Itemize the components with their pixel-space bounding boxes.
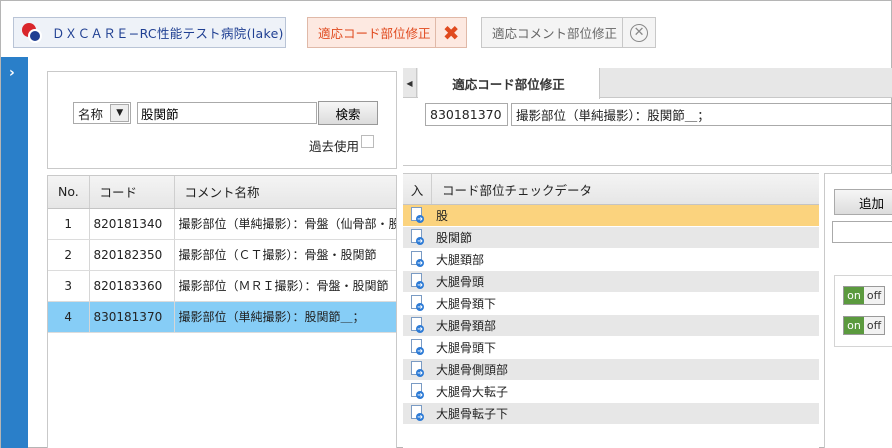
past-use-checkbox[interactable] bbox=[361, 135, 374, 148]
results-header-row: No. コード コメント名称 bbox=[48, 176, 396, 209]
input-document-icon[interactable]: ➜ bbox=[403, 337, 432, 358]
list-item[interactable]: ➜ 股関節 bbox=[403, 227, 819, 249]
detail-tab-bar: ◀ 適応コード部位修正 bbox=[403, 68, 892, 99]
table-row[interactable]: 2 820182350 撮影部位（ＣＴ撮影）：骨盤・股関節 bbox=[48, 239, 396, 271]
add-button[interactable]: 追加 bbox=[834, 189, 892, 215]
search-button[interactable]: 検索 bbox=[318, 101, 378, 125]
tab-comment-site-edit-label: 適応コメント部位修正 bbox=[492, 26, 618, 41]
detail-code-field[interactable]: 830181370 bbox=[425, 103, 508, 126]
close-tab-code-icon[interactable]: ✖ bbox=[435, 18, 466, 47]
list-item[interactable]: ➜ 大腿骨大転子 bbox=[403, 381, 819, 403]
col-comment-name: コメント名称 bbox=[174, 176, 396, 209]
cell-no: 4 bbox=[48, 301, 90, 333]
dxcare-logo-icon bbox=[22, 22, 42, 43]
input-document-icon[interactable]: ➜ bbox=[403, 293, 432, 314]
side-panel: 追加 on off on off bbox=[824, 173, 892, 448]
chevron-right-icon[interactable]: › bbox=[9, 65, 15, 81]
input-document-icon[interactable]: ➜ bbox=[403, 315, 432, 336]
list-item[interactable]: ➜ 大腿骨側頭部 bbox=[403, 359, 819, 381]
search-panel: 名称 ▼ 検索 過去使用 bbox=[47, 71, 397, 169]
results-table: No. コード コメント名称 1 820181340 撮影部位（単純撮影）：骨盤（仙… bbox=[47, 175, 397, 448]
list-item-label: 大腿骨頭 bbox=[436, 275, 485, 289]
tab-hospital-label: ＤＸＣＡＲＥ−RC性能テスト病院(lake) bbox=[52, 26, 284, 41]
input-document-icon[interactable]: ➜ bbox=[403, 403, 432, 424]
past-use-label: 過去使用 bbox=[309, 139, 360, 154]
cell-name: 撮影部位（単純撮影）：股関節＿； bbox=[174, 301, 396, 333]
list-item[interactable]: ➜ 大腿骨頭 bbox=[403, 271, 819, 293]
check-data-header: 入 コード部位チェックデータ bbox=[403, 173, 819, 205]
close-circle-icon[interactable]: ✕ bbox=[630, 23, 649, 42]
toggle-on-label: on bbox=[844, 317, 864, 334]
list-item-label: 大腿骨頭下 bbox=[436, 341, 497, 355]
input-document-icon[interactable]: ➜ bbox=[403, 359, 432, 380]
list-item-label: 大腿骨転子下 bbox=[436, 407, 509, 421]
cell-no: 2 bbox=[48, 239, 90, 271]
scroll-left-icon[interactable]: ◀ bbox=[403, 68, 417, 98]
list-item-label: 大腿骨頚部 bbox=[436, 319, 497, 333]
cell-name: 撮影部位（ＭＲＩ撮影）：骨盤・股関節 bbox=[174, 270, 396, 302]
tab-code-site-edit[interactable]: 適応コード部位修正 ✖ bbox=[307, 17, 467, 48]
list-item[interactable]: ➜ 股 bbox=[403, 205, 819, 227]
list-item-label: 大腿骨頚下 bbox=[436, 297, 497, 311]
col-check-data: コード部位チェックデータ bbox=[442, 182, 593, 198]
cell-no: 3 bbox=[48, 270, 90, 302]
list-item-label: 股関節 bbox=[436, 231, 473, 245]
close-tab-comment-button[interactable]: ✕ bbox=[622, 18, 655, 47]
add-input[interactable] bbox=[832, 221, 892, 243]
table-row[interactable]: 3 820183360 撮影部位（ＭＲＩ撮影）：骨盤・股関節 bbox=[48, 270, 396, 302]
toggle-switch-2[interactable]: on off bbox=[843, 316, 885, 335]
cell-name: 撮影部位（ＣＴ撮影）：骨盤・股関節 bbox=[174, 239, 396, 271]
col-no: No. bbox=[48, 176, 90, 209]
list-item[interactable]: ➜ 大腿骨頚部 bbox=[403, 315, 819, 337]
table-row[interactable]: 1 820181340 撮影部位（単純撮影）：骨盤（仙骨部・股関 bbox=[48, 208, 396, 240]
toggle-off-label: off bbox=[864, 287, 884, 304]
cell-code: 820181340 bbox=[89, 208, 175, 240]
list-item[interactable]: ➜ 大腿骨頭下 bbox=[403, 337, 819, 359]
search-field-select[interactable]: 名称 ▼ bbox=[73, 102, 131, 124]
toggle-on-label: on bbox=[844, 287, 864, 304]
toggle-off-label: off bbox=[864, 317, 884, 334]
check-data-list: 入 コード部位チェックデータ ➜ 股 ➜ 股関節 ➜ 大腿頚部 ➜ 大腿骨頭 ➜ 大腿骨頚下 ➜ 大腿… bbox=[403, 173, 819, 448]
divider bbox=[403, 165, 892, 166]
tab-code-site-edit-label: 適応コード部位修正 bbox=[318, 26, 431, 41]
tab-comment-site-edit[interactable]: 適応コメント部位修正 ✕ bbox=[481, 17, 656, 48]
list-item-label: 大腿骨側頭部 bbox=[436, 363, 509, 377]
cell-no: 1 bbox=[48, 208, 90, 240]
input-document-icon[interactable]: ➜ bbox=[403, 381, 432, 402]
list-item[interactable]: ➜ 大腿骨転子下 bbox=[403, 403, 819, 425]
cell-code: 820182350 bbox=[89, 239, 175, 271]
toggle-group: on off on off bbox=[834, 275, 892, 347]
tab-detail[interactable]: 適応コード部位修正 bbox=[418, 68, 600, 99]
search-input[interactable] bbox=[137, 102, 317, 124]
cell-code: 830181370 bbox=[89, 301, 175, 333]
col-code: コード bbox=[89, 176, 175, 209]
input-document-icon[interactable]: ➜ bbox=[403, 249, 432, 270]
list-item[interactable]: ➜ 大腿頚部 bbox=[403, 249, 819, 271]
search-field-value: 名称 bbox=[78, 106, 104, 122]
table-row[interactable]: 4 830181370 撮影部位（単純撮影）：股関節＿； bbox=[48, 301, 396, 333]
cell-name: 撮影部位（単純撮影）：骨盤（仙骨部・股関 bbox=[174, 208, 396, 240]
tab-hospital[interactable]: ＤＸＣＡＲＥ−RC性能テスト病院(lake) bbox=[13, 17, 286, 48]
input-document-icon[interactable]: ➜ bbox=[403, 271, 432, 292]
chevron-down-icon[interactable]: ▼ bbox=[110, 104, 129, 122]
input-document-icon[interactable]: ➜ bbox=[403, 227, 432, 248]
toggle-switch-1[interactable]: on off bbox=[843, 286, 885, 305]
list-item-label: 大腿頚部 bbox=[436, 253, 485, 267]
cell-code: 820183360 bbox=[89, 270, 175, 302]
list-item-label: 大腿骨大転子 bbox=[436, 385, 509, 399]
detail-name-field[interactable]: 撮影部位（単純撮影）：股関節＿； bbox=[511, 103, 892, 126]
left-sidebar-strip: › bbox=[0, 57, 28, 448]
col-in: 入 bbox=[403, 174, 432, 204]
input-document-icon[interactable]: ➜ bbox=[403, 205, 432, 226]
top-tab-bar: ＤＸＣＡＲＥ−RC性能テスト病院(lake) 適応コード部位修正 ✖ 適応コメン… bbox=[0, 0, 892, 57]
list-item[interactable]: ➜ 大腿骨頚下 bbox=[403, 293, 819, 315]
list-item-label: 股 bbox=[436, 209, 449, 223]
